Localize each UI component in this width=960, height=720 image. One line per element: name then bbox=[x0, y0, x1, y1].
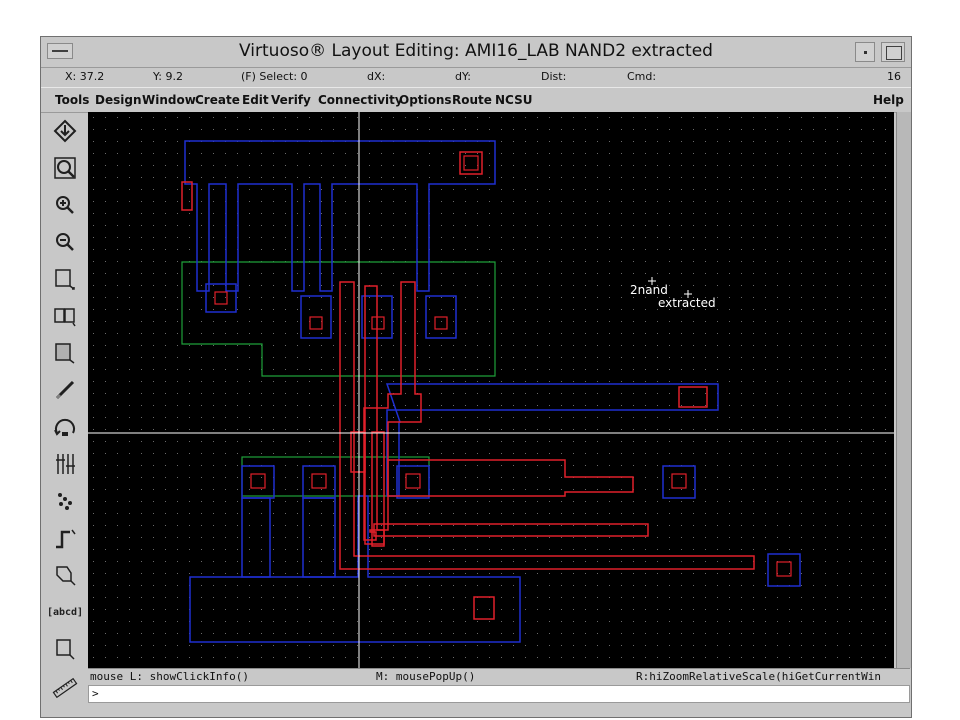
zoom-out-icon[interactable] bbox=[51, 228, 79, 256]
save-icon[interactable] bbox=[51, 117, 79, 145]
mouse-right-hint: R:hiZoomRelativeScale(hiGetCurrentWin bbox=[636, 670, 882, 683]
mouse-middle-hint: M: mousePopUp() bbox=[376, 670, 476, 683]
layout-window: Virtuoso® Layout Editing: AMI16_LAB NAND… bbox=[40, 36, 912, 718]
delete-icon[interactable] bbox=[51, 376, 79, 404]
vertical-scrollbar[interactable] bbox=[896, 112, 911, 668]
menu-ncsu[interactable]: NCSU bbox=[495, 93, 532, 107]
status-y: Y: 9.2 bbox=[153, 70, 183, 83]
status-dist: Dist: bbox=[541, 70, 567, 83]
menu-verify[interactable]: Verify bbox=[271, 93, 311, 107]
instance-icon[interactable] bbox=[51, 487, 79, 515]
window-title: Virtuoso® Layout Editing: AMI16_LAB NAND… bbox=[239, 41, 713, 61]
copy-icon[interactable] bbox=[51, 302, 79, 330]
move-icon[interactable] bbox=[51, 339, 79, 367]
path-icon[interactable] bbox=[51, 524, 79, 552]
prompt-symbol: > bbox=[92, 687, 99, 700]
rectangle-icon[interactable] bbox=[51, 635, 79, 663]
stretch-icon[interactable] bbox=[51, 265, 79, 293]
label-icon[interactable]: [abcd] bbox=[47, 598, 83, 626]
property-icon[interactable] bbox=[51, 450, 79, 478]
status-select: (F) Select: 0 bbox=[241, 70, 308, 83]
layout-drawing: 2nand extracted bbox=[88, 112, 894, 668]
label-extracted: extracted bbox=[658, 296, 716, 310]
menu-options[interactable]: Options bbox=[399, 93, 452, 107]
ruler-icon[interactable] bbox=[51, 674, 79, 702]
minimize-button[interactable] bbox=[855, 42, 875, 62]
undo-icon[interactable] bbox=[51, 413, 79, 441]
menu-bar: Tools Design Window Create Edit Verify C… bbox=[41, 87, 911, 113]
mouse-hint-bar: mouse L: showClickInfo() M: mousePopUp()… bbox=[88, 668, 910, 685]
title-bar[interactable]: Virtuoso® Layout Editing: AMI16_LAB NAND… bbox=[41, 37, 911, 68]
menu-window[interactable]: Window bbox=[142, 93, 196, 107]
mouse-left-hint: mouse L: showClickInfo() bbox=[90, 670, 249, 683]
status-dy: dY: bbox=[455, 70, 471, 83]
status-cmd: Cmd: bbox=[627, 70, 657, 83]
menu-edit[interactable]: Edit bbox=[242, 93, 269, 107]
status-bar: X: 37.2 Y: 9.2 (F) Select: 0 dX: dY: Dis… bbox=[41, 67, 911, 87]
menu-tools[interactable]: Tools bbox=[55, 93, 89, 107]
menu-design[interactable]: Design bbox=[95, 93, 142, 107]
menu-help[interactable]: Help bbox=[873, 93, 904, 107]
polygon-icon[interactable] bbox=[51, 561, 79, 589]
label-2nand: 2nand bbox=[630, 283, 668, 297]
status-x: X: 37.2 bbox=[65, 70, 105, 83]
status-dx: dX: bbox=[367, 70, 386, 83]
command-prompt[interactable]: > bbox=[88, 685, 910, 703]
maximize-icon bbox=[886, 46, 902, 60]
menu-create[interactable]: Create bbox=[195, 93, 240, 107]
menu-connectivity[interactable]: Connectivity bbox=[318, 93, 403, 107]
maximize-button[interactable] bbox=[881, 42, 905, 62]
tool-palette: [abcd] bbox=[41, 112, 87, 718]
status-count: 16 bbox=[887, 70, 901, 83]
zoom-fit-icon[interactable] bbox=[51, 154, 79, 182]
menu-route[interactable]: Route bbox=[452, 93, 492, 107]
layout-canvas[interactable]: 2nand extracted bbox=[88, 112, 894, 668]
minimize-icon bbox=[864, 51, 867, 54]
zoom-in-icon[interactable] bbox=[51, 191, 79, 219]
